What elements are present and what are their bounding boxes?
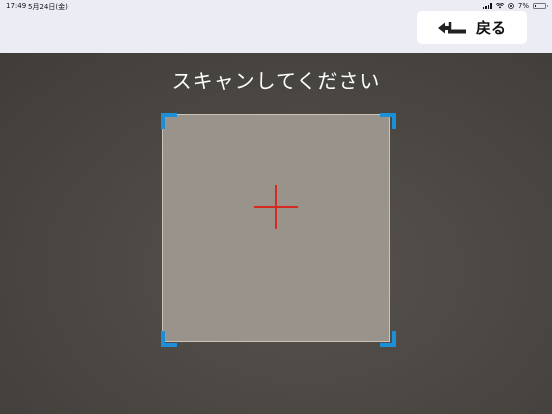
status-time: 17:49 <box>6 2 27 10</box>
scan-frame-corner-top-right <box>380 113 396 129</box>
cellular-signal-icon <box>482 3 492 9</box>
back-button-label: 戻る <box>475 19 506 37</box>
scan-frame-corner-top-left <box>161 113 177 129</box>
battery-icon <box>533 3 548 9</box>
location-icon <box>508 3 514 9</box>
battery-level <box>535 5 536 7</box>
wifi-icon <box>495 3 504 9</box>
scan-frame-corner-bottom-right <box>380 331 396 347</box>
crosshair-icon <box>254 185 298 229</box>
scan-frame-corner-bottom-left <box>161 331 177 347</box>
top-bar: 17:49 5月24日(金) 7% 戻る <box>0 0 552 53</box>
battery-percent: 7% <box>517 2 529 10</box>
back-button[interactable]: 戻る <box>417 11 527 44</box>
return-arrow-icon <box>437 21 466 33</box>
scan-instruction: スキャンしてください <box>171 69 381 93</box>
status-indicators: 7% <box>482 2 548 10</box>
status-date: 5月24日(金) <box>28 3 68 11</box>
